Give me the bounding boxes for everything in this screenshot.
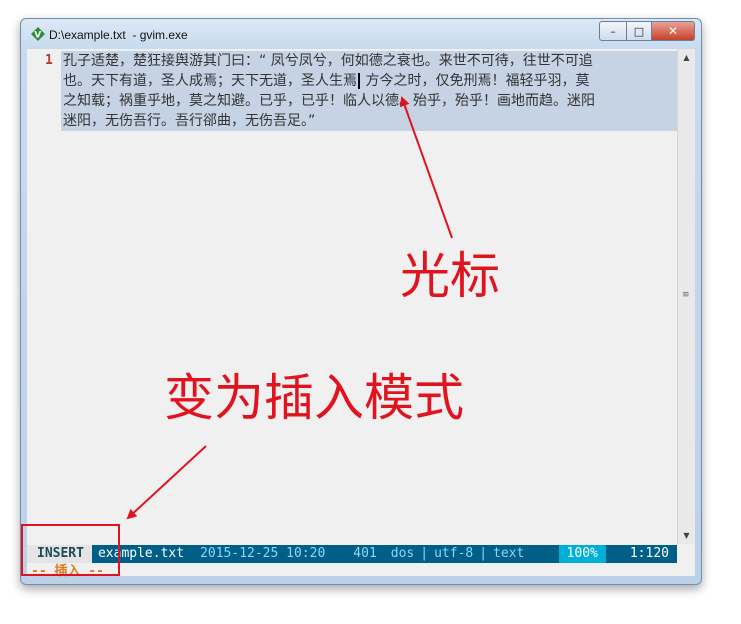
separator: |	[420, 546, 429, 561]
vim-client-area: 1 孔子适楚，楚狂接舆游其门曰：“ 凤兮凤兮，何如德之衰也。来世不可待，往世不可…	[27, 49, 695, 579]
byte-count: 401	[353, 546, 377, 561]
minimize-icon: –	[610, 24, 616, 38]
window-title: D:\example.txt - gvim.exe	[49, 28, 188, 42]
percent-indicator: 100%	[558, 545, 606, 563]
scroll-up-arrow-icon[interactable]: ▲	[678, 49, 695, 66]
title-bar[interactable]: V D:\example.txt - gvim.exe – □ ✕	[21, 19, 701, 49]
maximize-icon: □	[633, 24, 645, 38]
line-number: 1	[45, 53, 53, 68]
window-controls: – □ ✕	[599, 21, 695, 41]
text-before-cursor: 也。天下有道，圣人成焉；天下无道，圣人生焉	[63, 73, 357, 89]
mode-highlight-box	[21, 524, 120, 576]
separator: |	[479, 546, 488, 561]
gvim-window: V D:\example.txt - gvim.exe – □ ✕ 1 孔子适楚…	[20, 18, 702, 585]
maximize-button[interactable]: □	[627, 21, 652, 41]
cursor-annotation-label: 光标	[400, 247, 500, 305]
minimize-button[interactable]: –	[599, 21, 627, 41]
text-line-with-cursor: 也。天下有道，圣人成焉；天下无道，圣人生焉 方今之时，仅免刑焉！福轻乎羽，莫	[61, 71, 677, 91]
encoding: utf-8	[434, 546, 474, 561]
svg-text:V: V	[34, 31, 41, 41]
text-after-cursor: 方今之时，仅免刑焉！福轻乎羽，莫	[361, 73, 590, 89]
close-icon: ✕	[667, 24, 679, 38]
text-line: 迷阳，无伤吾行。吾行郤曲，无伤吾足。”	[63, 113, 316, 129]
close-button[interactable]: ✕	[652, 21, 695, 41]
gvim-app-icon: V	[31, 27, 45, 41]
file-info-segment: 2015-12-25 10:20 401 dos | utf-8 | text	[190, 545, 559, 563]
status-line: INSERT example.txt 2015-12-25 10:20 401 …	[27, 545, 677, 563]
text-line: 孔子适楚，楚狂接舆游其门曰：“ 凤兮凤兮，何如德之衰也。来世不可待，往世不可追	[63, 53, 593, 69]
text-cursor	[358, 73, 360, 89]
scroll-down-arrow-icon[interactable]: ▼	[678, 527, 695, 544]
file-format: dos	[390, 546, 415, 561]
datetime: 2015-12-25 10:20	[200, 546, 326, 561]
text-line: 之知载；祸重乎地，莫之知避。已乎，已乎！临人以德。殆乎，殆乎！画地而趋。迷阳	[63, 93, 595, 109]
file-type: text	[493, 546, 525, 561]
vertical-scrollbar[interactable]: ▲ ≡ ▼	[677, 49, 695, 544]
selected-text-block[interactable]: 孔子适楚，楚狂接舆游其门曰：“ 凤兮凤兮，何如德之衰也。来世不可待，往世不可追 …	[61, 51, 677, 131]
insert-mode-annotation-label: 变为插入模式	[164, 369, 464, 427]
text-editor-area[interactable]: 1 孔子适楚，楚狂接舆游其门曰：“ 凤兮凤兮，何如德之衰也。来世不可待，往世不可…	[27, 49, 677, 539]
scroll-grip-icon[interactable]: ≡	[682, 291, 690, 300]
cursor-position: 1:120	[605, 545, 677, 563]
